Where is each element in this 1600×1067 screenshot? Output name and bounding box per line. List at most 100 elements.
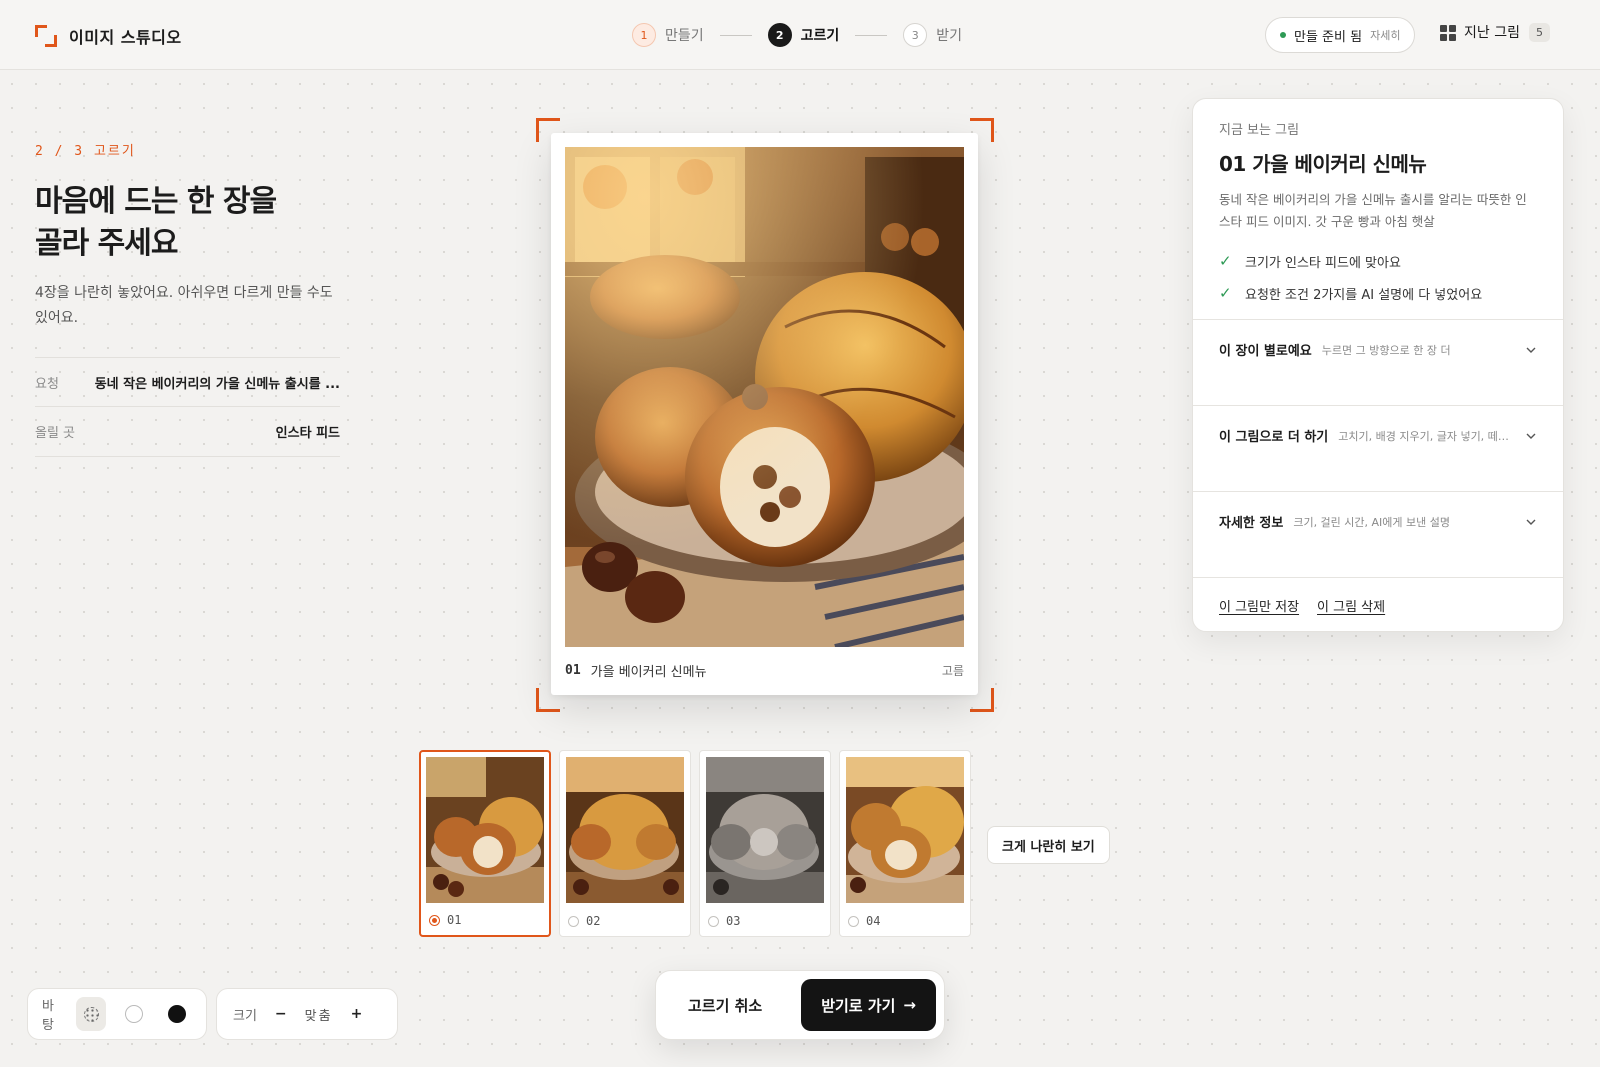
chevron-down-icon — [1526, 347, 1536, 353]
size-label: 크기 — [233, 1008, 257, 1024]
thumbnail-04[interactable]: 04 — [839, 750, 971, 937]
page-title-line2: 골라 주세요 — [35, 226, 178, 261]
thumbnail-01[interactable]: 01 — [419, 750, 551, 937]
thumbnail-02[interactable]: 02 — [559, 750, 691, 937]
meta-label: 요청 — [35, 376, 59, 392]
accordion-hint: 누르면 그 방향으로 한 장 더 — [1321, 344, 1451, 357]
accordion-hint: 크기, 걸린 시간, AI에게 보낸 설명 — [1293, 516, 1451, 529]
page-subtext: 4장을 나란히 놓았어요. 아쉬우면 다르게 만들 수도 있어요. — [35, 285, 333, 326]
page-title-line1: 마음에 드는 한 장을 — [35, 184, 277, 219]
accordion-dislike[interactable]: 이 장이 별로예요 누르면 그 방향으로 한 장 더 — [1193, 319, 1563, 405]
zoom-out-button[interactable]: − — [275, 1006, 287, 1022]
proceed-to-download-button[interactable]: 받기로 가기 → — [801, 979, 936, 1031]
meta-row-destination: 올릴 곳 인스타 피드 — [35, 407, 340, 457]
step-select[interactable]: 2 고르기 — [767, 23, 840, 47]
bg-white-option[interactable] — [118, 997, 149, 1031]
preview-status: 고름 — [941, 664, 964, 678]
radio-icon[interactable] — [848, 915, 859, 927]
arrow-right-icon: → — [903, 996, 916, 1014]
status-dot-icon — [1280, 32, 1286, 38]
thumbnail-label: 04 — [848, 914, 880, 928]
step-caption: 2 / 3 고르기 — [35, 144, 136, 159]
panel-links: 이 그림만 저장 이 그림 삭제 — [1193, 577, 1563, 631]
panel-description: 동네 작은 베이커리의 가을 신메뉴 출시를 알리는 따뜻한 인스타 피드 이미… — [1219, 192, 1527, 229]
accordion-more-actions[interactable]: 이 그림으로 더 하기 고치기, 배경 지우기, 글자 넣기, 떼어... — [1193, 405, 1563, 491]
accordion-details[interactable]: 자세한 정보 크기, 걸린 시간, AI에게 보낸 설명 — [1193, 491, 1563, 577]
compare-side-by-side-button[interactable]: 크게 나란히 보기 — [987, 826, 1110, 864]
preview-image — [565, 147, 964, 647]
step-label: 받기 — [936, 28, 963, 44]
thumbnail-label: 02 — [568, 914, 600, 928]
top-bar: 이미지 스튜디오 1 만들기 2 고르기 3 받기 만들 준비 됨 자세히 지난… — [0, 0, 1600, 70]
black-circle-icon — [167, 1005, 186, 1023]
radio-icon[interactable] — [708, 915, 719, 927]
corner-brackets-logo-icon — [35, 25, 57, 47]
dot-grid-icon — [83, 1006, 99, 1022]
preview-number: 01 — [565, 663, 581, 678]
bakery-photo — [565, 147, 964, 647]
step-divider — [855, 34, 888, 36]
grid-icon — [1440, 24, 1456, 41]
thumbnail-strip: 01 02 03 04 — [419, 750, 971, 937]
accordion-title: 이 그림으로 더 하기 — [1219, 430, 1329, 445]
step-number: 2 — [767, 23, 792, 47]
stepper: 1 만들기 2 고르기 3 받기 — [632, 22, 962, 48]
thumbnail-image — [706, 757, 824, 903]
status-label: 만들 준비 됨 — [1294, 29, 1363, 45]
app-logo[interactable]: 이미지 스튜디오 — [35, 24, 182, 48]
radio-selected-icon[interactable] — [429, 914, 440, 926]
step-create[interactable]: 1 만들기 — [632, 23, 704, 47]
step-receive[interactable]: 3 받기 — [903, 23, 962, 47]
meta-row-request: 요청 동네 작은 베이커리의 가을 신메뉴 출시를 ... — [35, 357, 340, 407]
status-pill[interactable]: 만들 준비 됨 자세히 — [1265, 17, 1416, 53]
check-icon: ✓ — [1219, 284, 1232, 302]
check-item: ✓ 크기가 인스타 피드에 맞아요 — [1219, 252, 1401, 271]
thumbnail-image — [846, 757, 964, 903]
thumbnail-03[interactable]: 03 — [699, 750, 831, 937]
chevron-down-icon — [1526, 433, 1536, 439]
detail-panel: 지금 보는 그림 01 가을 베이커리 신메뉴 동네 작은 베이커리의 가을 신… — [1192, 98, 1564, 632]
cancel-selection-button[interactable]: 고르기 취소 — [688, 995, 762, 1016]
step-number: 1 — [632, 23, 656, 47]
preview-card[interactable]: 01 가을 베이커리 신메뉴 고름 — [551, 133, 978, 695]
accordion-hint: 고치기, 배경 지우기, 글자 넣기, 떼어... — [1338, 430, 1519, 443]
zoom-in-button[interactable]: + — [351, 1006, 363, 1022]
step-divider — [719, 34, 752, 36]
delete-image-link[interactable]: 이 그림 삭제 — [1317, 596, 1385, 615]
check-item: ✓ 요청한 조건 2가지를 AI 설명에 다 넣었어요 — [1219, 284, 1483, 303]
meta-value: 동네 작은 베이커리의 가을 신메뉴 출시를 ... — [94, 376, 340, 392]
check-list: ✓ 크기가 인스타 피드에 맞아요 ✓ 요청한 조건 2가지를 AI 설명에 다 넣… — [1219, 245, 1537, 309]
thumbnail-label: 01 — [429, 913, 461, 927]
panel-title: 01 가을 베이커리 신메뉴 — [1219, 152, 1427, 176]
check-icon: ✓ — [1219, 252, 1232, 270]
background-switcher: 바탕 — [27, 988, 207, 1040]
history-button[interactable]: 지난 그림 5 — [1440, 22, 1550, 42]
zoom-fit-button[interactable]: 맞춤 — [305, 1005, 333, 1024]
status-detail-link[interactable]: 자세히 — [1370, 27, 1400, 43]
request-meta: 요청 동네 작은 베이커리의 가을 신메뉴 출시를 ... 올릴 곳 인스타 피… — [35, 357, 340, 457]
step-number: 3 — [903, 23, 928, 47]
history-count-badge: 5 — [1528, 22, 1550, 42]
zoom-controls: 크기 − 맞춤 + — [216, 988, 398, 1040]
intro-section: 2 / 3 고르기 마음에 드는 한 장을 골라 주세요 4장을 나란히 놓았어… — [35, 140, 340, 457]
thumbnail-image — [426, 757, 544, 903]
thumbnail-image — [566, 757, 684, 903]
radio-icon[interactable] — [568, 915, 579, 927]
thumbnail-label: 03 — [708, 914, 740, 928]
step-label: 고르기 — [800, 28, 840, 44]
bg-dot-grid-option[interactable] — [75, 997, 107, 1031]
white-circle-icon — [124, 1005, 143, 1023]
panel-summary: 지금 보는 그림 01 가을 베이커리 신메뉴 동네 작은 베이커리의 가을 신… — [1193, 99, 1563, 319]
proceed-label: 받기로 가기 — [821, 996, 896, 1015]
meta-label: 올릴 곳 — [35, 426, 76, 441]
meta-value: 인스타 피드 — [275, 426, 340, 441]
action-bar: 고르기 취소 받기로 가기 → — [655, 970, 945, 1040]
panel-eyebrow: 지금 보는 그림 — [1219, 123, 1300, 138]
background-label: 바탕 — [42, 999, 54, 1033]
bg-black-option[interactable] — [161, 997, 192, 1031]
step-label: 만들기 — [665, 28, 704, 44]
save-this-image-link[interactable]: 이 그림만 저장 — [1219, 596, 1299, 615]
history-label: 지난 그림 — [1464, 25, 1520, 41]
chevron-down-icon — [1526, 519, 1536, 525]
preview-caption: 01 가을 베이커리 신메뉴 고름 — [565, 661, 964, 680]
